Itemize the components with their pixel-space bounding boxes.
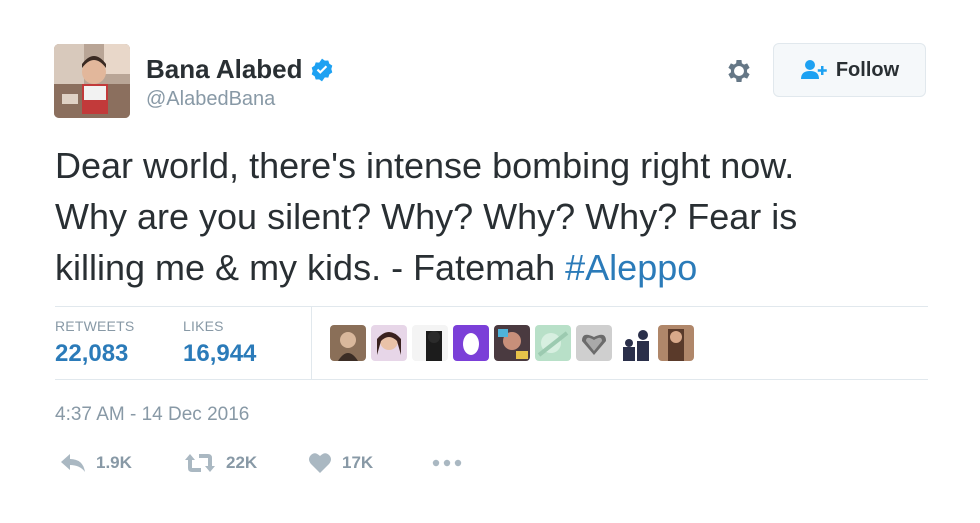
retweets-stat[interactable]: RETWEETS 22,083 (55, 318, 134, 368)
verified-badge-icon (311, 58, 332, 81)
liker-avatar[interactable] (576, 325, 612, 361)
tweet-actions: 1.9K 22K 17K (60, 452, 462, 474)
liker-avatar[interactable] (617, 325, 653, 361)
display-name-text: Bana Alabed (146, 54, 303, 84)
like-count: 17K (342, 453, 374, 472)
liker-avatar[interactable] (658, 325, 694, 361)
divider (55, 379, 928, 380)
liker-avatar[interactable] (371, 325, 407, 361)
more-button[interactable] (432, 459, 462, 467)
follow-button[interactable]: Follow (773, 43, 926, 97)
tweet-text-fragment: killing me & my kids. - Fatemah (55, 247, 566, 288)
liker-avatar[interactable] (535, 325, 571, 361)
retweet-count: 22K (226, 453, 258, 472)
likes-count: 16,944 (183, 340, 257, 367)
tweet-text: Dear world, there's intense bombing righ… (55, 140, 935, 293)
likes-label: LIKES (183, 318, 224, 334)
avatar[interactable] (54, 44, 130, 118)
retweet-button[interactable]: 22K (184, 452, 308, 474)
liker-avatars (330, 325, 694, 361)
like-button[interactable]: 17K (308, 452, 432, 474)
tweet-text-line: killing me & my kids. - Fatemah #Aleppo (55, 242, 935, 293)
user-handle[interactable]: @AlabedBana (146, 88, 275, 111)
hashtag-link[interactable]: #Aleppo (565, 247, 697, 288)
follow-button-label: Follow (835, 58, 900, 81)
display-name[interactable]: Bana Alabed (146, 54, 335, 85)
tweet-timestamp[interactable]: 4:37 AM - 14 Dec 2016 (55, 404, 249, 426)
retweet-icon (185, 454, 215, 472)
retweets-count: 22,083 (55, 340, 129, 367)
reply-icon (61, 454, 85, 472)
reply-button[interactable]: 1.9K (60, 452, 184, 474)
liker-avatar[interactable] (330, 325, 366, 361)
follow-person-icon (800, 60, 827, 79)
liker-avatar[interactable] (453, 325, 489, 361)
gear-icon[interactable] (724, 56, 754, 86)
liker-avatar[interactable] (412, 325, 448, 361)
heart-icon (309, 453, 331, 473)
liker-avatar[interactable] (494, 325, 530, 361)
divider (311, 307, 312, 379)
likes-stat[interactable]: LIKES 16,944 (183, 318, 256, 368)
tweet-text-line: Why are you silent? Why? Why? Why? Fear … (55, 196, 798, 237)
more-icon (432, 459, 462, 467)
retweets-label: RETWEETS (55, 318, 135, 334)
reply-count: 1.9K (96, 453, 132, 472)
divider (55, 306, 928, 307)
tweet-text-line: Dear world, there's intense bombing righ… (55, 145, 795, 186)
